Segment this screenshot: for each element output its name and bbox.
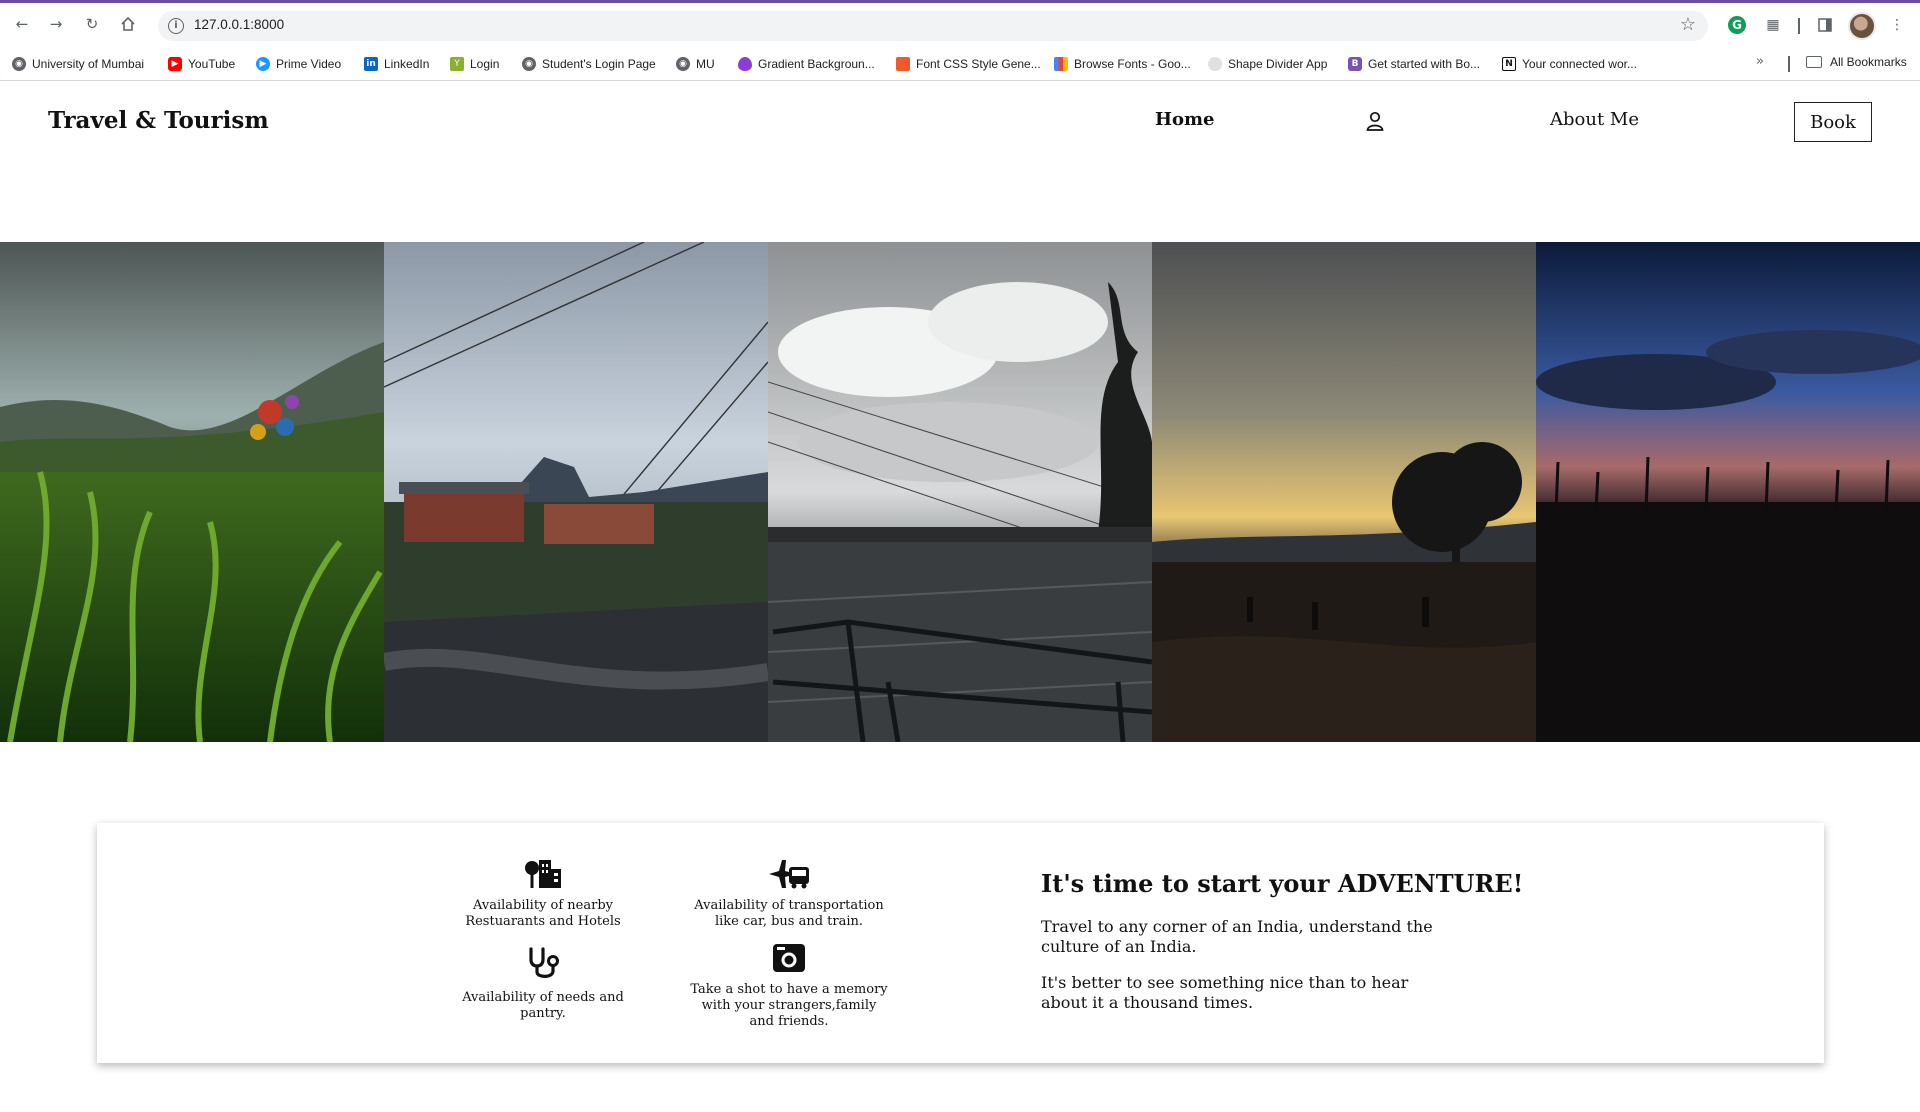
bookmark-youtube[interactable]: ▶ YouTube bbox=[168, 55, 235, 73]
globe-icon: ◉ bbox=[12, 57, 26, 71]
bookmark-notion[interactable]: N Your connected wor... bbox=[1502, 55, 1637, 73]
bookmark-login[interactable]: Y Login bbox=[450, 55, 499, 73]
feature-text: Availability of transportation like car,… bbox=[694, 898, 884, 929]
feature-restaurants-hotels: Availability of nearby Restuarants and H… bbox=[453, 859, 633, 930]
nav-about-link[interactable]: About Me bbox=[1550, 109, 1639, 130]
gallery-photo-night-sky bbox=[1536, 242, 1920, 742]
bookmark-students-login[interactable]: ◉ Student's Login Page bbox=[522, 55, 656, 73]
feature-text: Take a shot to have a memory with your s… bbox=[690, 982, 888, 1029]
adventure-title: It's time to start your ADVENTURE! bbox=[1041, 869, 1524, 898]
bookmarks-divider bbox=[1788, 56, 1790, 72]
bookmark-star-icon[interactable]: ☆ bbox=[1680, 14, 1696, 35]
bookmark-label: Get started with Bo... bbox=[1368, 57, 1481, 71]
grammarly-icon[interactable]: G bbox=[1728, 16, 1746, 34]
bookmark-label: Prime Video bbox=[276, 57, 342, 71]
address-bar[interactable]: i 127.0.0.1:8000 ☆ bbox=[158, 11, 1708, 41]
bookmark-university-of-mumbai[interactable]: ◉ University of Mumbai bbox=[12, 55, 144, 73]
feature-needs-pantry: Availability of needs and pantry. bbox=[453, 947, 633, 1022]
gallery-photo-sunset-field bbox=[1152, 242, 1536, 742]
all-bookmarks-label: All Bookmarks bbox=[1830, 55, 1907, 69]
gallery-photo-green-hills bbox=[0, 242, 384, 742]
bookmark-label: University of Mumbai bbox=[32, 57, 145, 71]
feature-text: Availability of nearby Restuarants and H… bbox=[465, 898, 621, 929]
reload-icon[interactable]: ↻ bbox=[80, 12, 104, 36]
bookmark-font-css[interactable]: Font CSS Style Gene... bbox=[896, 55, 1041, 73]
bookmark-google-fonts[interactable]: Browse Fonts - Goo... bbox=[1054, 55, 1191, 73]
gallery-photo-mountain-house bbox=[384, 242, 768, 742]
youtube-icon: ▶ bbox=[168, 57, 182, 71]
forward-icon[interactable]: → bbox=[44, 12, 68, 36]
notion-icon: N bbox=[1502, 57, 1516, 71]
bookmark-label: Gradient Backgroun... bbox=[758, 57, 875, 71]
feature-memories: Take a shot to have a memory with your s… bbox=[689, 943, 889, 1030]
bookmark-label: Student's Login Page bbox=[542, 57, 656, 71]
bootstrap-icon: B bbox=[1348, 57, 1362, 71]
photo-gallery bbox=[0, 242, 1920, 742]
bookmark-bootstrap[interactable]: B Get started with Bo... bbox=[1348, 55, 1480, 73]
home-icon[interactable] bbox=[116, 12, 140, 36]
linkedin-icon: in bbox=[364, 57, 378, 71]
bookmark-label: Login bbox=[470, 57, 500, 71]
address-url[interactable]: 127.0.0.1:8000 bbox=[194, 17, 284, 32]
bookmark-label: YouTube bbox=[188, 57, 236, 71]
bookmark-label: Shape Divider App bbox=[1228, 57, 1328, 71]
gallery-photo-cloudy-ground bbox=[768, 242, 1152, 742]
feature-transportation: Availability of transportation like car,… bbox=[689, 859, 889, 930]
user-icon[interactable] bbox=[1366, 111, 1384, 131]
bookmark-label: Your connected wor... bbox=[1522, 57, 1637, 71]
globe-icon: ◉ bbox=[522, 57, 536, 71]
back-icon[interactable]: ← bbox=[10, 12, 34, 36]
site-info-icon[interactable]: i bbox=[168, 18, 184, 34]
bookmark-label: MU bbox=[696, 57, 715, 71]
prime-video-icon: ▶ bbox=[256, 57, 270, 71]
transport-icon bbox=[689, 859, 889, 894]
bookmark-gradient-background[interactable]: Gradient Backgroun... bbox=[738, 55, 875, 73]
camera-icon bbox=[689, 943, 889, 978]
bookmark-shape-divider[interactable]: Shape Divider App bbox=[1208, 55, 1327, 73]
stethoscope-icon bbox=[453, 947, 633, 986]
more-bookmarks-chevron-icon[interactable]: » bbox=[1756, 54, 1764, 69]
bookmark-label: LinkedIn bbox=[384, 57, 430, 71]
all-bookmarks-button[interactable]: All Bookmarks bbox=[1806, 55, 1907, 69]
bookmark-linkedin[interactable]: in LinkedIn bbox=[364, 55, 429, 73]
restaurant-hotel-icon bbox=[453, 859, 633, 894]
nav-home-link[interactable]: Home bbox=[1155, 109, 1215, 130]
login-icon: Y bbox=[450, 57, 464, 71]
site-brand[interactable]: Travel & Tourism bbox=[48, 107, 269, 134]
bookmark-prime-video[interactable]: ▶ Prime Video bbox=[256, 55, 341, 73]
extensions-icon[interactable]: ▦ bbox=[1762, 14, 1784, 36]
feature-text: Availability of needs and pantry. bbox=[462, 990, 624, 1021]
google-fonts-icon bbox=[1054, 57, 1068, 71]
menu-dots-icon[interactable]: ⋮ bbox=[1886, 14, 1908, 36]
profile-avatar[interactable] bbox=[1848, 12, 1876, 40]
bookmark-label: Browse Fonts - Goo... bbox=[1074, 57, 1191, 71]
bookmark-label: Font CSS Style Gene... bbox=[916, 57, 1041, 71]
adventure-paragraph-2: It's better to see something nice than t… bbox=[1041, 973, 1409, 1012]
gradient-icon bbox=[738, 57, 752, 71]
browser-toolbar: ← → ↻ i 127.0.0.1:8000 ☆ G ▦ ⋮ bbox=[0, 0, 1920, 46]
book-button[interactable]: Book bbox=[1794, 102, 1872, 142]
font-css-icon bbox=[896, 57, 910, 71]
side-panel-icon[interactable] bbox=[1814, 14, 1836, 36]
features-card: Availability of nearby Restuarants and H… bbox=[97, 823, 1824, 1063]
shape-divider-icon bbox=[1208, 57, 1222, 71]
adventure-paragraph-1: Travel to any corner of an India, unders… bbox=[1041, 917, 1433, 956]
bookmark-mu[interactable]: ◉ MU bbox=[676, 55, 715, 73]
toolbar-divider bbox=[1798, 18, 1800, 34]
bookmarks-bar: ◉ University of Mumbai ▶ YouTube ▶ Prime… bbox=[0, 46, 1920, 81]
site-header: Travel & Tourism Home About Me Book bbox=[0, 82, 1920, 242]
globe-icon: ◉ bbox=[676, 57, 690, 71]
folder-icon bbox=[1806, 56, 1822, 68]
